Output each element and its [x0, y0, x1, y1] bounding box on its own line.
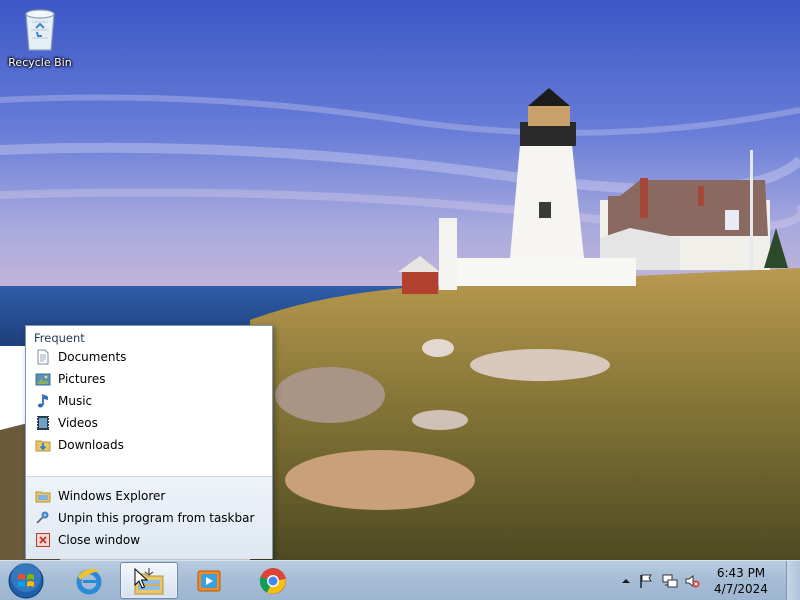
network-icon[interactable] [662, 573, 678, 589]
jump-list-tasks-section: Windows Explorer Unpin this program from… [26, 477, 272, 559]
jump-list-task-windows-explorer[interactable]: Windows Explorer [26, 485, 272, 507]
taskbar: 6:43 PM 4/7/2024 [0, 560, 800, 600]
jump-list-task-label: Close window [58, 533, 141, 547]
jump-list-task-close-window[interactable]: Close window [26, 529, 272, 551]
clock-time: 6:43 PM [716, 566, 766, 580]
volume-muted-icon[interactable] [684, 573, 700, 589]
music-icon [35, 393, 51, 409]
desktop-icon-label: Recycle Bin [8, 56, 72, 69]
jump-list-item-downloads[interactable]: Downloads [26, 434, 272, 456]
internet-explorer-icon [76, 568, 102, 594]
jump-list-item-label: Documents [58, 350, 127, 364]
show-hidden-icons-arrow[interactable] [618, 573, 634, 589]
notification-area: 6:43 PM 4/7/2024 [610, 561, 800, 600]
start-button[interactable] [4, 562, 48, 599]
taskbar-windows-explorer[interactable] [120, 562, 178, 599]
desktop-icon-recycle-bin[interactable]: Recycle Bin [6, 6, 74, 69]
taskbar-media-player[interactable] [180, 562, 238, 599]
jump-list-category-title: Frequent [34, 331, 85, 345]
videos-icon [35, 415, 51, 431]
jump-list-task-label: Unpin this program from taskbar [58, 511, 255, 525]
taskbar-chrome[interactable] [244, 562, 302, 599]
jump-list-item-label: Videos [58, 416, 98, 430]
show-desktop-button[interactable] [786, 561, 800, 600]
windows-orb-icon [8, 562, 44, 598]
taskbar-clock[interactable]: 6:43 PM 4/7/2024 [706, 565, 776, 597]
jump-list-task-label: Windows Explorer [58, 489, 166, 503]
action-center-flag-icon[interactable] [638, 573, 654, 589]
folder-icon [35, 488, 51, 504]
explorer-jump-list: Frequent Documents Pictures Music Videos… [25, 325, 273, 559]
desktop: Recycle Bin Frequent Documents Pictures [0, 0, 800, 600]
recycle-bin-icon [25, 9, 55, 51]
documents-icon [35, 349, 51, 365]
pictures-icon [35, 371, 51, 387]
jump-list-item-label: Pictures [58, 372, 106, 386]
close-window-icon [35, 532, 51, 548]
jump-list-task-unpin[interactable]: Unpin this program from taskbar [26, 507, 272, 529]
jump-list-item-pictures[interactable]: Pictures [26, 368, 272, 390]
jump-list-item-videos[interactable]: Videos [26, 412, 272, 434]
unpin-icon [35, 510, 51, 526]
jump-list-item-label: Downloads [58, 438, 124, 452]
taskbar-internet-explorer[interactable] [60, 562, 118, 599]
jump-list-item-documents[interactable]: Documents [26, 346, 272, 368]
chrome-icon [259, 567, 286, 594]
clock-date: 4/7/2024 [714, 582, 768, 596]
jump-list-item-music[interactable]: Music [26, 390, 272, 412]
media-player-icon [197, 570, 221, 591]
jump-list-frequent-section: Frequent Documents Pictures Music Videos… [26, 326, 272, 477]
mouse-cursor-icon [134, 568, 148, 589]
downloads-icon [35, 437, 51, 453]
jump-list-item-label: Music [58, 394, 93, 408]
